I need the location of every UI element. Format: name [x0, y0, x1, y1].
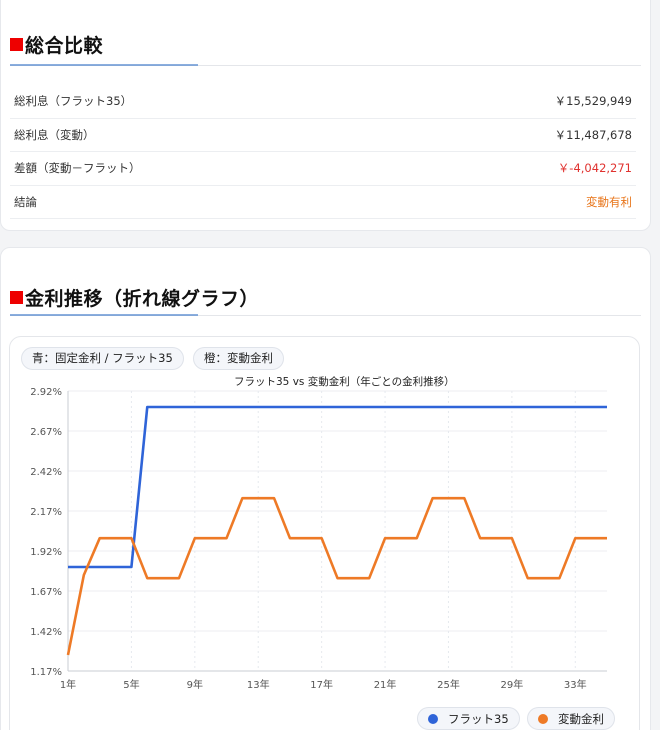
y-tick-label: 1.17% — [30, 667, 62, 678]
rate-section-title-text: 金利推移（折れ線グラフ） — [25, 288, 260, 310]
y-tick-label: 2.42% — [30, 467, 62, 478]
summary-row-conclusion: 結論 変動有利 — [10, 186, 636, 219]
summary-row-variable-interest: 総利息（変動） ￥11,487,678 — [10, 119, 636, 152]
x-tick-label: 13年 — [247, 678, 270, 691]
orange-dot-icon — [538, 713, 548, 724]
red-square-icon — [10, 291, 23, 304]
line-chart: 2.92% 2.67% 2.42% 2.17% 1.92% 1.67% 1.42% 1.17%… — [30, 387, 607, 691]
x-tick-label: 9年 — [187, 678, 203, 691]
summary-title-underline — [10, 64, 641, 66]
row-value-negative: ￥-4,042,271 — [557, 161, 632, 176]
chart-container: 青：固定金利 / フラット35 橙：変動金利 フラット35 vs 変動金利（年ご… — [9, 336, 640, 730]
legend-item-flat[interactable]: フラット35 — [417, 707, 520, 730]
row-label: 総利息（変動） — [14, 127, 95, 142]
x-tick-label: 33年 — [564, 678, 587, 691]
row-label: 差額（変動－フラット） — [14, 161, 141, 176]
summary-table: 総利息（フラット35） ￥15,529,949 総利息（変動） ￥11,487,… — [10, 85, 636, 219]
rate-section-title: 金利推移（折れ線グラフ） — [10, 284, 259, 311]
x-tick-label: 17年 — [310, 678, 333, 691]
blue-dot-icon — [428, 713, 438, 724]
x-tick-label: 1年 — [60, 678, 76, 691]
row-label: 結論 — [14, 194, 37, 209]
x-tick-label: 21年 — [374, 678, 397, 691]
row-value: ￥11,487,678 — [554, 127, 632, 142]
y-tick-label: 1.92% — [30, 547, 62, 558]
legend-item-variable[interactable]: 変動金利 — [527, 707, 615, 730]
row-value: ￥15,529,949 — [554, 94, 632, 109]
legend-label-flat: フラット35 — [448, 711, 509, 726]
summary-title: 総合比較 — [10, 31, 103, 58]
y-tick-label: 1.67% — [30, 587, 62, 598]
y-tick-label: 2.67% — [30, 427, 62, 438]
summary-title-text: 総合比較 — [25, 35, 104, 57]
summary-row-difference: 差額（変動－フラット） ￥-4,042,271 — [10, 152, 636, 186]
x-tick-label: 29年 — [501, 678, 524, 691]
rate-title-underline — [10, 314, 641, 316]
y-tick-label: 1.42% — [30, 627, 62, 638]
x-tick-label: 5年 — [123, 678, 139, 691]
legend-label-variable: 変動金利 — [558, 711, 604, 726]
red-square-icon — [10, 38, 23, 51]
y-tick-label: 2.92% — [30, 387, 62, 398]
rate-chart-card: 金利推移（折れ線グラフ） 青：固定金利 / フラット35 橙：変動金利 フラット… — [0, 247, 651, 730]
summary-card: 総合比較 総利息（フラット35） ￥15,529,949 総利息（変動） ￥11… — [0, 0, 651, 231]
summary-row-flat-interest: 総利息（フラット35） ￥15,529,949 — [10, 85, 636, 119]
y-tick-label: 2.17% — [30, 507, 62, 518]
row-value-conclusion: 変動有利 — [586, 194, 632, 209]
row-label: 総利息（フラット35） — [14, 94, 133, 109]
x-tick-label: 25年 — [437, 678, 460, 691]
